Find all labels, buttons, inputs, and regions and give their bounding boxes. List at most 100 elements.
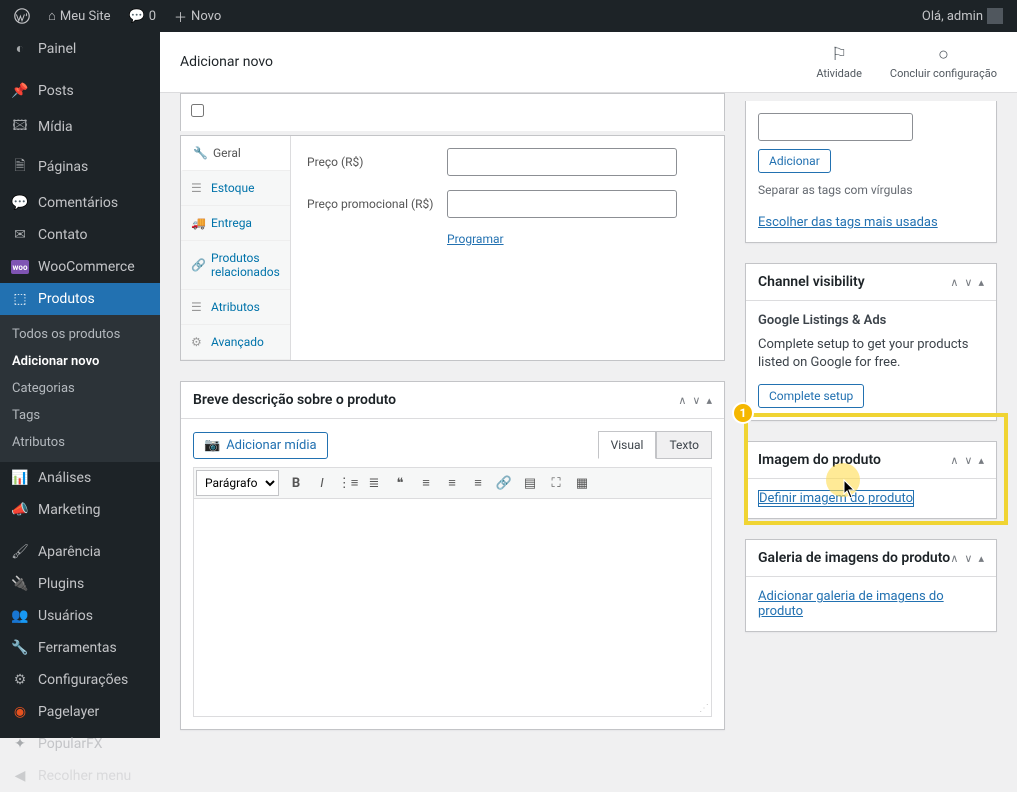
- plus-icon: ＋: [174, 7, 187, 26]
- tab-shipping[interactable]: 🚚Entrega: [181, 206, 290, 241]
- toggle-icon[interactable]: ▴: [706, 394, 712, 407]
- choose-tags-link[interactable]: Escolher das tags mais usadas: [758, 215, 938, 230]
- move-down-icon[interactable]: ∨: [692, 394, 700, 407]
- new-label: Novo: [191, 9, 221, 24]
- submenu-all-products[interactable]: Todos os produtos: [0, 321, 160, 348]
- menu-products[interactable]: ⬚Produtos: [0, 283, 160, 315]
- quote-icon[interactable]: ❝: [387, 470, 413, 496]
- comments-link[interactable]: 💬 0: [123, 9, 163, 24]
- toggle-icon[interactable]: ▴: [978, 552, 984, 565]
- short-description-box: Breve descrição sobre o produto ∧ ∨ ▴ 📷 …: [180, 381, 725, 730]
- tag-hint: Separar as tags com vírgulas: [758, 183, 984, 197]
- wp-logo[interactable]: [8, 8, 36, 24]
- menu-dashboard[interactable]: ◐Painel: [0, 32, 160, 65]
- pin-icon: 📌: [10, 83, 30, 99]
- user-greeting[interactable]: Olá, admin: [916, 8, 1009, 24]
- activity-button[interactable]: ⚐ Atividade: [816, 44, 862, 80]
- more-icon[interactable]: ▤: [517, 470, 543, 496]
- price-input[interactable]: [447, 148, 677, 176]
- submenu-categories[interactable]: Categorias: [0, 375, 160, 402]
- truck-icon: 🚚: [191, 216, 205, 230]
- menu-woocommerce[interactable]: wooWooCommerce: [0, 251, 160, 283]
- mail-icon: ✉: [10, 227, 30, 243]
- align-left-icon[interactable]: ≡: [413, 470, 439, 496]
- menu-popularfx[interactable]: ✦PopularFX: [0, 728, 160, 760]
- menu-pages[interactable]: 🗎Páginas: [0, 147, 160, 187]
- bullet-list-icon[interactable]: ⋮≡: [335, 470, 361, 496]
- resize-handle-icon[interactable]: ⋰: [699, 703, 709, 714]
- move-up-icon[interactable]: ∧: [950, 552, 958, 565]
- site-link[interactable]: ⌂ Meu Site: [42, 8, 117, 24]
- link-icon[interactable]: 🔗: [491, 470, 517, 496]
- italic-icon[interactable]: I: [309, 470, 335, 496]
- menu-plugins[interactable]: 🔌Plugins: [0, 568, 160, 600]
- menu-marketing[interactable]: 📣Marketing: [0, 494, 160, 526]
- menu-users[interactable]: 👥Usuários: [0, 600, 160, 632]
- visual-tab[interactable]: Visual: [598, 431, 657, 459]
- bold-icon[interactable]: B: [283, 470, 309, 496]
- submenu-tags[interactable]: Tags: [0, 402, 160, 429]
- tab-general[interactable]: 🔧Geral: [181, 136, 290, 171]
- menu-analytics[interactable]: 📊Análises: [0, 462, 160, 494]
- link-icon: 🔗: [191, 258, 205, 272]
- move-down-icon[interactable]: ∨: [964, 454, 972, 467]
- marketing-icon: 📣: [10, 502, 30, 518]
- set-product-image-link[interactable]: Definir imagem do produto: [758, 490, 914, 507]
- tags-box: Adicionar Separar as tags com vírgulas E…: [745, 101, 997, 243]
- products-icon: ⬚: [10, 291, 30, 307]
- new-link[interactable]: ＋ Novo: [168, 7, 227, 26]
- tab-inventory[interactable]: ☰Estoque: [181, 171, 290, 206]
- move-down-icon[interactable]: ∨: [964, 276, 972, 289]
- menu-comments[interactable]: 💬Comentários: [0, 187, 160, 219]
- add-tag-button[interactable]: Adicionar: [758, 149, 831, 173]
- align-center-icon[interactable]: ≡: [439, 470, 465, 496]
- move-down-icon[interactable]: ∨: [964, 552, 972, 565]
- menu-contact[interactable]: ✉Contato: [0, 219, 160, 251]
- text-tab[interactable]: Texto: [656, 431, 712, 459]
- tag-input[interactable]: [758, 113, 913, 141]
- channel-title: Channel visibility: [758, 274, 950, 290]
- move-up-icon[interactable]: ∧: [950, 276, 958, 289]
- submenu-attributes[interactable]: Atributos: [0, 429, 160, 456]
- short-desc-title: Breve descrição sobre o produto: [193, 392, 678, 408]
- product-data-panel: 🔧Geral ☰Estoque 🚚Entrega 🔗Produtos relac…: [180, 135, 725, 361]
- toggle-icon[interactable]: ▴: [978, 276, 984, 289]
- sale-price-input[interactable]: [447, 190, 677, 218]
- virtual-checkbox[interactable]: [191, 104, 204, 117]
- submenu-add-new[interactable]: Adicionar novo: [0, 348, 160, 375]
- flag-icon: ⚐: [831, 44, 847, 65]
- menu-posts[interactable]: 📌Posts: [0, 75, 160, 107]
- menu-settings[interactable]: ⚙Configurações: [0, 664, 160, 696]
- tab-linked[interactable]: 🔗Produtos relacionados: [181, 241, 290, 290]
- product-image-title: Imagem do produto: [758, 452, 950, 468]
- move-up-icon[interactable]: ∧: [950, 454, 958, 467]
- align-right-icon[interactable]: ≡: [465, 470, 491, 496]
- format-select[interactable]: Parágrafo: [196, 470, 279, 496]
- add-media-button[interactable]: 📷 Adicionar mídia: [193, 432, 328, 459]
- popularfx-icon: ✦: [10, 736, 30, 752]
- admin-sidebar: ◐Painel 📌Posts 🖾Mídia 🗎Páginas 💬Comentár…: [0, 32, 160, 738]
- toggle-icon[interactable]: ▴: [978, 454, 984, 467]
- analytics-icon: 📊: [10, 470, 30, 486]
- complete-setup-button[interactable]: Complete setup: [758, 384, 864, 408]
- finish-setup-button[interactable]: ○ Concluir configuração: [890, 44, 997, 80]
- circle-icon: ○: [938, 44, 949, 65]
- move-up-icon[interactable]: ∧: [678, 394, 686, 407]
- number-list-icon[interactable]: ≣: [361, 470, 387, 496]
- toolbar-toggle-icon[interactable]: ▦: [569, 470, 595, 496]
- schedule-link[interactable]: Programar: [447, 232, 504, 246]
- menu-appearance[interactable]: 🖌Aparência: [0, 536, 160, 568]
- fullscreen-icon[interactable]: ⛶: [543, 470, 569, 496]
- menu-pagelayer[interactable]: ◉Pagelayer: [0, 696, 160, 728]
- tab-advanced[interactable]: ⚙Avançado: [181, 325, 290, 360]
- add-gallery-link[interactable]: Adicionar galeria de imagens do produto: [758, 589, 944, 619]
- product-data-fields: Preço (R$) Preço promocional (R$) Progra…: [291, 136, 724, 360]
- menu-media[interactable]: 🖾Mídia: [0, 107, 160, 147]
- editor-textarea[interactable]: ⋰: [193, 499, 712, 717]
- gear-icon: ⚙: [10, 672, 30, 688]
- dashboard-icon: ◐: [10, 40, 30, 57]
- menu-collapse[interactable]: ◀Recolher menu: [0, 760, 160, 792]
- tab-attributes[interactable]: ☰Atributos: [181, 290, 290, 325]
- editor-toolbar: Parágrafo B I ⋮≡ ≣ ❝ ≡ ≡ ≡ 🔗 ▤ ⛶ ▦: [193, 467, 712, 499]
- menu-tools[interactable]: 🔧Ferramentas: [0, 632, 160, 664]
